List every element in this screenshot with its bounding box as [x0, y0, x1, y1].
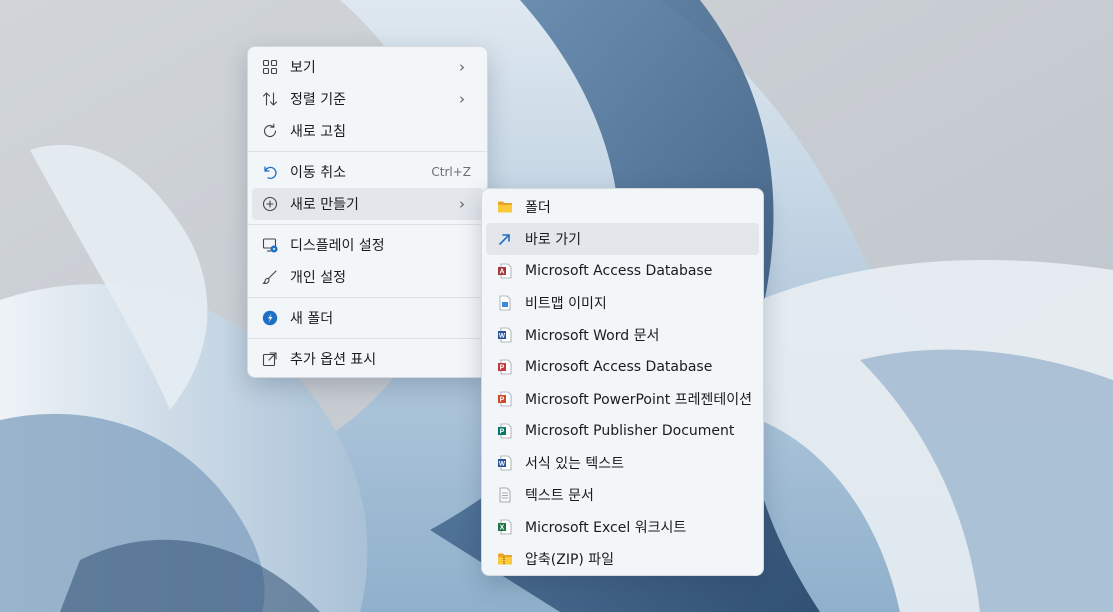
chevron-right-icon: ›	[459, 90, 465, 108]
submenu-item-label: 바로 가기	[525, 232, 581, 248]
submenu-item-rich-text[interactable]: W 서식 있는 텍스트	[486, 447, 759, 479]
submenu-item-label: Microsoft Excel 워크시트	[525, 520, 687, 536]
sort-icon	[262, 91, 278, 107]
svg-text:A: A	[499, 269, 504, 276]
menu-item-label: 새로 만들기	[290, 197, 359, 213]
submenu-item-label: 서식 있는 텍스트	[525, 456, 625, 472]
svg-text:W: W	[499, 461, 506, 468]
menu-item-label: 새로 고침	[290, 124, 346, 140]
folder-icon	[497, 199, 513, 215]
keyboard-shortcut: Ctrl+Z	[431, 165, 471, 179]
menu-item-new-folder[interactable]: 새 폴더	[252, 302, 483, 334]
submenu-item-publisher-document[interactable]: P Microsoft Publisher Document	[486, 415, 759, 447]
submenu-item-zip-file[interactable]: 압축(ZIP) 파일	[486, 543, 759, 575]
menu-item-view[interactable]: 보기 ›	[252, 51, 483, 83]
zip-icon	[497, 551, 513, 567]
menu-item-undo-move[interactable]: 이동 취소 Ctrl+Z	[252, 156, 483, 188]
submenu-item-word-document[interactable]: W Microsoft Word 문서	[486, 319, 759, 351]
menu-item-label: 이동 취소	[290, 165, 346, 181]
undo-icon	[262, 164, 278, 180]
publisher-icon: P	[497, 423, 513, 439]
submenu-item-bitmap-image[interactable]: 비트맵 이미지	[486, 287, 759, 319]
new-folder-icon	[262, 310, 278, 326]
word-icon: W	[497, 327, 513, 343]
submenu-item-access-database-2[interactable]: P Microsoft Access Database	[486, 351, 759, 383]
new-submenu: 폴더 바로 가기 A Microsoft Access Database 비트맵…	[481, 188, 764, 576]
bitmap-icon	[497, 295, 513, 311]
brush-icon	[262, 269, 278, 285]
submenu-item-text-document[interactable]: 텍스트 문서	[486, 479, 759, 511]
menu-item-label: 디스플레이 설정	[290, 238, 385, 254]
submenu-item-label: Microsoft PowerPoint 프레젠테이션	[525, 392, 752, 408]
submenu-item-label: Microsoft Access Database	[525, 263, 713, 279]
submenu-item-label: Microsoft Word 문서	[525, 328, 660, 344]
svg-text:P: P	[500, 429, 505, 436]
submenu-item-label: 폴더	[525, 200, 551, 216]
menu-separator	[248, 297, 487, 298]
text-document-icon	[497, 487, 513, 503]
submenu-item-label: 압축(ZIP) 파일	[525, 552, 615, 568]
submenu-item-excel-worksheet[interactable]: X Microsoft Excel 워크시트	[486, 511, 759, 543]
svg-text:P: P	[500, 365, 505, 372]
menu-item-personalize[interactable]: 개인 설정	[252, 261, 483, 293]
chevron-right-icon: ›	[459, 58, 465, 76]
menu-item-show-more-options[interactable]: 추가 옵션 표시	[252, 343, 483, 375]
submenu-item-shortcut[interactable]: 바로 가기	[486, 223, 759, 255]
submenu-item-powerpoint-presentation[interactable]: P Microsoft PowerPoint 프레젠테이션	[486, 383, 759, 415]
menu-item-sort-by[interactable]: 정렬 기준 ›	[252, 83, 483, 115]
svg-text:P: P	[500, 397, 505, 404]
menu-separator	[248, 151, 487, 152]
svg-text:W: W	[499, 333, 506, 340]
svg-text:X: X	[500, 525, 505, 532]
menu-item-label: 새 폴더	[290, 311, 334, 327]
menu-item-label: 추가 옵션 표시	[290, 352, 377, 368]
submenu-item-label: 비트맵 이미지	[525, 296, 607, 312]
menu-item-refresh[interactable]: 새로 고침	[252, 115, 483, 147]
submenu-item-folder[interactable]: 폴더	[486, 191, 759, 223]
submenu-item-label: Microsoft Access Database	[525, 359, 713, 375]
menu-item-label: 보기	[290, 60, 316, 76]
desktop-context-menu: 보기 › 정렬 기준 › 새로 고침 이동 취소 Ctrl+Z 새로 만들기 ›…	[247, 46, 488, 378]
access-icon: P	[497, 359, 513, 375]
access-icon: A	[497, 263, 513, 279]
new-icon	[262, 196, 278, 212]
more-options-icon	[262, 351, 278, 367]
rich-text-icon: W	[497, 455, 513, 471]
submenu-item-label: 텍스트 문서	[525, 488, 594, 504]
menu-item-new[interactable]: 새로 만들기 ›	[252, 188, 483, 220]
refresh-icon	[262, 123, 278, 139]
powerpoint-icon: P	[497, 391, 513, 407]
menu-item-label: 개인 설정	[290, 270, 346, 286]
display-settings-icon	[262, 237, 278, 253]
menu-separator	[248, 224, 487, 225]
chevron-right-icon: ›	[459, 195, 465, 213]
menu-separator	[248, 338, 487, 339]
submenu-item-access-database[interactable]: A Microsoft Access Database	[486, 255, 759, 287]
submenu-item-label: Microsoft Publisher Document	[525, 423, 735, 439]
menu-item-label: 정렬 기준	[290, 92, 346, 108]
view-grid-icon	[262, 59, 278, 75]
shortcut-icon	[497, 231, 513, 247]
menu-item-display-settings[interactable]: 디스플레이 설정	[252, 229, 483, 261]
excel-icon: X	[497, 519, 513, 535]
